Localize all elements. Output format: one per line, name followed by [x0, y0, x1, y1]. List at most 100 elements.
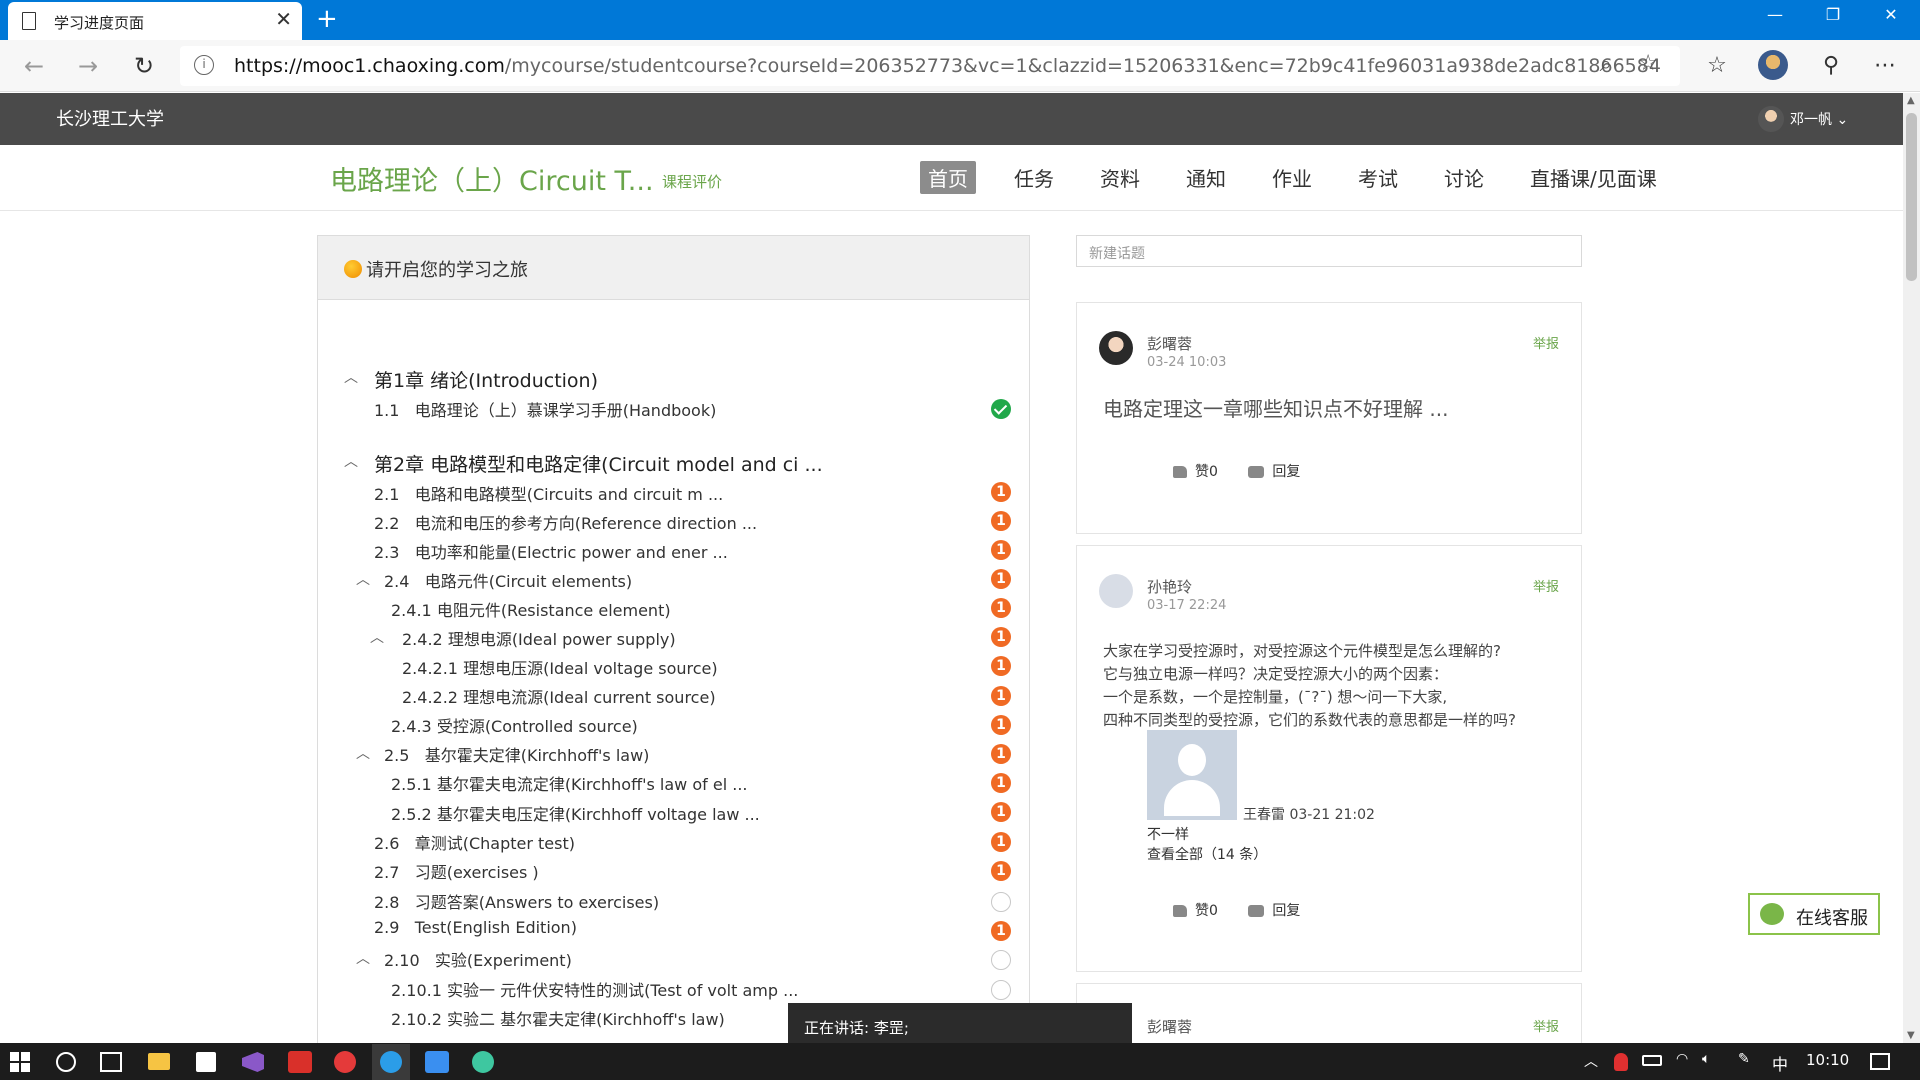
- address-bar[interactable]: i https://mooc1.chaoxing.com/mycourse/st…: [180, 46, 1680, 86]
- collapse-caret-icon[interactable]: ︿: [344, 451, 358, 471]
- section-label[interactable]: 电路元件(Circuit elements): [425, 572, 632, 591]
- section-label[interactable]: 电功率和能量(Electric power and ener ...: [415, 543, 728, 562]
- avatar[interactable]: [1099, 574, 1133, 608]
- nav-materials[interactable]: 资料: [1092, 161, 1148, 194]
- user-name[interactable]: 邓一帆 ⌄: [1790, 109, 1848, 129]
- chapter-title[interactable]: 第2章 电路模型和电路定律(Circuit model and ci ...: [374, 450, 823, 477]
- window-close-icon[interactable]: ✕: [1868, 0, 1914, 32]
- more-menu-icon[interactable]: ⋯: [1870, 52, 1900, 80]
- section-label[interactable]: 习题答案(Answers to exercises): [415, 893, 659, 912]
- chapter-title[interactable]: 第1章 绪论(Introduction): [374, 366, 598, 393]
- notepad-icon[interactable]: [196, 1052, 216, 1072]
- refresh-icon[interactable]: ↻: [128, 50, 160, 82]
- like-count[interactable]: 赞0: [1195, 464, 1218, 480]
- browser-tab[interactable]: 学习进度页面 ✕: [8, 2, 302, 40]
- like-icon[interactable]: [1173, 905, 1187, 917]
- section-label[interactable]: 理想电压源(Ideal voltage source): [463, 659, 718, 678]
- post-author[interactable]: 彭曙蓉: [1147, 333, 1192, 354]
- report-link[interactable]: 举报: [1533, 333, 1559, 352]
- nav-live[interactable]: 直播课/见面课: [1522, 161, 1665, 194]
- report-link[interactable]: 举报: [1533, 576, 1559, 595]
- favorite-star-icon[interactable]: ☆: [1638, 51, 1658, 76]
- section-label[interactable]: 实验一 元件伏安特性的测试(Test of volt amp ...: [447, 981, 798, 1000]
- site-info-icon[interactable]: i: [194, 55, 214, 75]
- reply-link[interactable]: 回复: [1272, 903, 1300, 919]
- section-label[interactable]: 基尔霍夫定律(Kirchhoff's law): [425, 746, 650, 765]
- report-link[interactable]: 举报: [1533, 1016, 1559, 1035]
- back-icon[interactable]: ←: [18, 50, 50, 82]
- collapse-caret-icon[interactable]: ︿: [356, 743, 370, 763]
- section-label[interactable]: 电路和电路模型(Circuits and circuit m ...: [415, 485, 724, 504]
- new-topic-input[interactable]: 新建话题: [1076, 235, 1582, 267]
- new-tab-icon[interactable]: +: [316, 4, 338, 34]
- scroll-down-icon[interactable]: ▼: [1907, 1030, 1915, 1041]
- section-label[interactable]: 理想电流源(Ideal current source): [463, 688, 715, 707]
- minimize-icon[interactable]: —: [1752, 0, 1798, 32]
- collapse-caret-icon[interactable]: ︿: [344, 367, 358, 387]
- section-label[interactable]: 习题(exercises ): [415, 863, 539, 882]
- post-author[interactable]: 孙艳玲: [1147, 576, 1192, 597]
- avatar[interactable]: [1099, 331, 1133, 365]
- post-body[interactable]: 电路定理这一章哪些知识点不好理解 ...: [1103, 393, 1448, 422]
- notifications-icon[interactable]: [1870, 1053, 1890, 1070]
- task-view-icon[interactable]: [100, 1052, 122, 1072]
- url-text[interactable]: https://mooc1.chaoxing.com/mycourse/stud…: [234, 55, 1661, 77]
- edge-icon[interactable]: [380, 1051, 402, 1073]
- nav-exams[interactable]: 考试: [1350, 161, 1406, 194]
- collapse-caret-icon[interactable]: ︿: [356, 948, 370, 968]
- section-label[interactable]: 理想电源(Ideal power supply): [448, 630, 676, 649]
- tencent-meeting-icon[interactable]: [425, 1051, 449, 1073]
- comment-icon[interactable]: [1248, 466, 1265, 478]
- search-icon[interactable]: [56, 1052, 76, 1072]
- post-author[interactable]: 彭曙蓉: [1147, 1016, 1192, 1037]
- section-label[interactable]: 受控源(Controlled source): [437, 717, 638, 736]
- clock[interactable]: 10:10: [1806, 1051, 1849, 1069]
- nav-tasks[interactable]: 任务: [1006, 161, 1062, 194]
- section-label[interactable]: 电阻元件(Resistance element): [437, 601, 671, 620]
- tray-chevron-icon[interactable]: ︿: [1584, 1051, 1598, 1071]
- qq-icon[interactable]: [1614, 1053, 1628, 1071]
- zoom-icon[interactable]: ⌕: [1600, 52, 1612, 77]
- favorites-list-icon[interactable]: ☆: [1702, 52, 1732, 80]
- feedback-icon[interactable]: ⚲: [1816, 52, 1846, 80]
- section-label[interactable]: 实验(Experiment): [435, 951, 572, 970]
- reply-avatar[interactable]: [1147, 730, 1237, 820]
- reply-link[interactable]: 回复: [1272, 464, 1300, 480]
- section-label[interactable]: 实验二 基尔霍夫定律(Kirchhoff's law): [447, 1010, 725, 1029]
- ime-indicator[interactable]: 中: [1772, 1051, 1788, 1075]
- windows-start-icon[interactable]: [10, 1052, 30, 1072]
- section-label[interactable]: Test(English Edition): [415, 918, 577, 937]
- netease-music-icon[interactable]: [334, 1051, 356, 1073]
- university-name[interactable]: 长沙理工大学: [56, 105, 164, 131]
- section-label[interactable]: 基尔霍夫电流定律(Kirchhoff's law of el ...: [437, 775, 748, 794]
- collapse-caret-icon[interactable]: ︿: [356, 569, 370, 589]
- file-explorer-icon[interactable]: [148, 1053, 170, 1070]
- nav-notices[interactable]: 通知: [1178, 161, 1234, 194]
- battery-icon[interactable]: [1642, 1055, 1662, 1066]
- pen-icon[interactable]: ✎: [1738, 1051, 1750, 1067]
- comment-icon[interactable]: [1248, 905, 1265, 917]
- youdao-icon[interactable]: [288, 1051, 312, 1073]
- profile-avatar[interactable]: [1758, 50, 1788, 80]
- wifi-icon[interactable]: ◠: [1676, 1051, 1688, 1067]
- restore-icon[interactable]: ❐: [1810, 0, 1856, 32]
- like-icon[interactable]: [1173, 466, 1187, 478]
- page-scrollbar[interactable]: ▲ ▼: [1903, 93, 1920, 1043]
- nav-homework[interactable]: 作业: [1264, 161, 1320, 194]
- online-service-button[interactable]: 在线客服: [1748, 893, 1880, 935]
- forward-icon[interactable]: →: [72, 50, 104, 82]
- view-all-replies-link[interactable]: 查看全部（14 条）: [1147, 844, 1267, 864]
- collapse-caret-icon[interactable]: ︿: [370, 627, 384, 647]
- close-tab-icon[interactable]: ✕: [275, 9, 292, 29]
- section-label[interactable]: 电路理论（上）慕课学习手册(Handbook): [415, 401, 717, 420]
- user-avatar[interactable]: [1758, 106, 1784, 132]
- section-label[interactable]: 电流和电压的参考方向(Reference direction ...: [415, 514, 757, 533]
- nav-discussion[interactable]: 讨论: [1436, 161, 1492, 194]
- scrollbar-thumb[interactable]: [1906, 113, 1917, 281]
- volume-icon[interactable]: 🔈︎: [1702, 1051, 1710, 1067]
- chrome-icon[interactable]: [472, 1051, 494, 1073]
- post-body[interactable]: 大家在学习受控源时，对受控源这个元件模型是怎么理解的? 它与独立电源一样吗？决定…: [1103, 640, 1516, 732]
- course-eval-link[interactable]: 课程评价: [662, 171, 722, 192]
- nav-home[interactable]: 首页: [920, 161, 976, 194]
- scroll-up-icon[interactable]: ▲: [1907, 95, 1915, 106]
